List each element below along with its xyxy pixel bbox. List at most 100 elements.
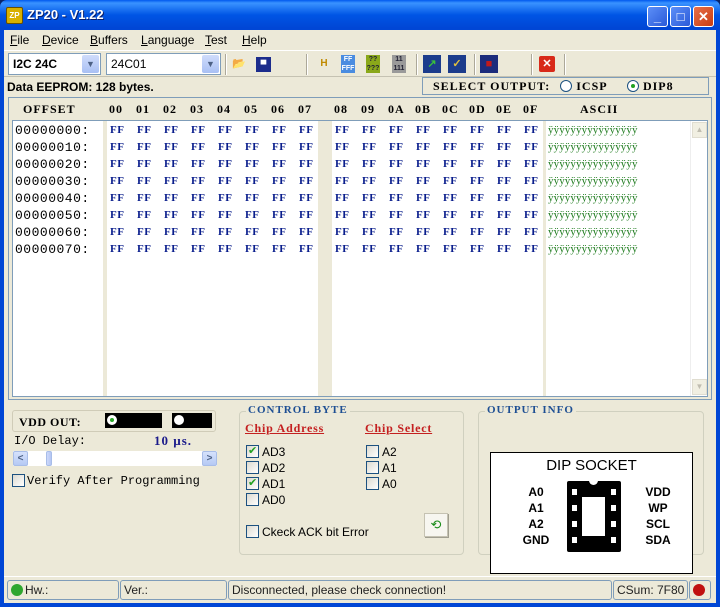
hex-byte-cell[interactable]: FF <box>191 243 205 255</box>
hex-byte-cell[interactable]: FF <box>164 192 178 204</box>
hex-byte-cell[interactable]: FF <box>164 141 178 153</box>
radio-circle-icon[interactable] <box>560 80 573 92</box>
hex-byte-cell[interactable]: FF <box>164 124 178 136</box>
hex-byte-cell[interactable]: FF <box>218 175 232 187</box>
hex-byte-cell[interactable]: FF <box>191 124 205 136</box>
hex-byte-cell[interactable]: FF <box>245 158 259 170</box>
refresh-control-byte-button[interactable]: ⟲ <box>424 513 448 537</box>
hex-grid[interactable]: ▲ ▼ 00000000: FF FF FF FF FF FF FF FF FF FF FF FF FF F… <box>12 120 708 397</box>
hex-byte-cell[interactable]: FF <box>497 192 511 204</box>
hex-byte-cell[interactable]: FF <box>164 209 178 221</box>
radio-dip8[interactable]: DIP8 <box>626 79 674 93</box>
hex-byte-cell[interactable]: FF <box>137 192 151 204</box>
hex-byte-cell[interactable]: FF <box>110 209 124 221</box>
hex-byte-cell[interactable]: FF <box>362 158 376 170</box>
hex-byte-cell[interactable]: FF <box>245 124 259 136</box>
hex-byte-cell[interactable]: FF <box>443 243 457 255</box>
hex-byte-cell[interactable]: FF <box>218 158 232 170</box>
radio-selected-icon[interactable] <box>107 415 117 425</box>
hex-byte-cell[interactable]: FF <box>497 209 511 221</box>
title-bar[interactable]: ZP ZP20 - V1.22 _ □ ✕ <box>0 0 720 31</box>
hex-byte-cell[interactable]: FF <box>218 243 232 255</box>
hex-byte-cell[interactable]: FF <box>110 158 124 170</box>
fill-11-icon[interactable]: 11 111 <box>392 55 406 73</box>
fill-ff-icon[interactable]: FF FFF <box>341 55 355 73</box>
device-select[interactable]: 24C01 ▼ <box>106 53 221 75</box>
hex-byte-cell[interactable]: FF <box>443 192 457 204</box>
hex-byte-cell[interactable]: FF <box>524 226 538 238</box>
hex-byte-cell[interactable]: FF <box>416 226 430 238</box>
hex-byte-cell[interactable]: FF <box>470 141 484 153</box>
menu-device[interactable]: Device <box>42 33 79 47</box>
chevron-left-icon[interactable]: < <box>13 451 28 466</box>
hex-byte-cell[interactable]: FF <box>218 124 232 136</box>
hex-byte-cell[interactable]: FF <box>299 243 313 255</box>
ascii-cell[interactable]: ÿÿÿÿÿÿÿÿÿÿÿÿÿÿÿÿ <box>548 209 638 221</box>
menu-help[interactable]: Help <box>242 33 267 47</box>
hex-byte-cell[interactable]: FF <box>272 158 286 170</box>
hex-byte-cell[interactable]: FF <box>389 243 403 255</box>
hex-byte-cell[interactable]: FF <box>524 243 538 255</box>
hex-byte-cell[interactable]: FF <box>335 243 349 255</box>
hex-byte-cell[interactable]: FF <box>272 243 286 255</box>
hex-byte-cell[interactable]: FF <box>272 141 286 153</box>
swap-hl-icon[interactable]: H <box>315 55 333 73</box>
hex-byte-cell[interactable]: FF <box>137 175 151 187</box>
hex-byte-cell[interactable]: FF <box>470 175 484 187</box>
hex-byte-cell[interactable]: FF <box>299 175 313 187</box>
verify-after-programming-checkbox[interactable] <box>12 474 25 487</box>
hex-byte-cell[interactable]: FF <box>335 175 349 187</box>
hex-byte-cell[interactable]: FF <box>443 141 457 153</box>
hex-byte-cell[interactable]: FF <box>110 124 124 136</box>
check-ack-checkbox[interactable] <box>246 525 259 538</box>
a1-checkbox[interactable] <box>366 461 379 474</box>
hex-byte-cell[interactable]: FF <box>362 141 376 153</box>
hex-byte-cell[interactable]: FF <box>389 209 403 221</box>
ascii-cell[interactable]: ÿÿÿÿÿÿÿÿÿÿÿÿÿÿÿÿ <box>548 192 638 204</box>
chevron-down-icon[interactable]: ▼ <box>82 55 99 73</box>
hex-byte-cell[interactable]: FF <box>335 209 349 221</box>
a2-checkbox[interactable] <box>366 445 379 458</box>
radio-circle-selected-icon[interactable] <box>626 80 639 92</box>
hex-byte-cell[interactable]: FF <box>443 226 457 238</box>
save-disk-icon[interactable]: ▀ <box>256 57 271 72</box>
hex-byte-cell[interactable]: FF <box>218 226 232 238</box>
hex-byte-cell[interactable]: FF <box>164 243 178 255</box>
hex-byte-cell[interactable]: FF <box>245 209 259 221</box>
hex-byte-cell[interactable]: FF <box>110 192 124 204</box>
hex-byte-cell[interactable]: FF <box>470 209 484 221</box>
radio-icsp[interactable]: ICSP <box>560 79 607 93</box>
hex-byte-cell[interactable]: FF <box>470 158 484 170</box>
ascii-cell[interactable]: ÿÿÿÿÿÿÿÿÿÿÿÿÿÿÿÿ <box>548 158 638 170</box>
hex-byte-cell[interactable]: FF <box>416 158 430 170</box>
chevron-right-icon[interactable]: > <box>202 451 217 466</box>
hex-byte-cell[interactable]: FF <box>389 175 403 187</box>
ad3-checkbox[interactable] <box>246 444 259 458</box>
ascii-cell[interactable]: ÿÿÿÿÿÿÿÿÿÿÿÿÿÿÿÿ <box>548 141 638 153</box>
hex-byte-cell[interactable]: FF <box>164 158 178 170</box>
hex-byte-cell[interactable]: FF <box>335 124 349 136</box>
ascii-cell[interactable]: ÿÿÿÿÿÿÿÿÿÿÿÿÿÿÿÿ <box>548 175 638 187</box>
hex-byte-cell[interactable]: FF <box>218 192 232 204</box>
hex-byte-cell[interactable]: FF <box>362 192 376 204</box>
hex-byte-cell[interactable]: FF <box>497 175 511 187</box>
hex-byte-cell[interactable]: FF <box>110 243 124 255</box>
open-folder-icon[interactable]: 📂 <box>230 55 248 73</box>
hex-byte-cell[interactable]: FF <box>137 209 151 221</box>
hex-byte-cell[interactable]: FF <box>218 209 232 221</box>
protocol-select[interactable]: I2C 24C ▼ <box>8 53 101 75</box>
ascii-cell[interactable]: ÿÿÿÿÿÿÿÿÿÿÿÿÿÿÿÿ <box>548 124 638 136</box>
hex-byte-cell[interactable]: FF <box>335 141 349 153</box>
hex-byte-cell[interactable]: FF <box>245 141 259 153</box>
hex-byte-cell[interactable]: FF <box>443 209 457 221</box>
hex-byte-cell[interactable]: FF <box>110 226 124 238</box>
scroll-down-button[interactable]: ▼ <box>692 379 707 395</box>
hex-byte-cell[interactable]: FF <box>272 124 286 136</box>
hex-byte-cell[interactable]: FF <box>137 124 151 136</box>
hex-byte-cell[interactable]: FF <box>416 209 430 221</box>
hex-byte-cell[interactable]: FF <box>191 158 205 170</box>
ad0-checkbox[interactable] <box>246 493 259 506</box>
scroll-up-button[interactable]: ▲ <box>692 122 707 138</box>
maximize-button[interactable]: □ <box>670 6 691 27</box>
hex-byte-cell[interactable]: FF <box>191 175 205 187</box>
